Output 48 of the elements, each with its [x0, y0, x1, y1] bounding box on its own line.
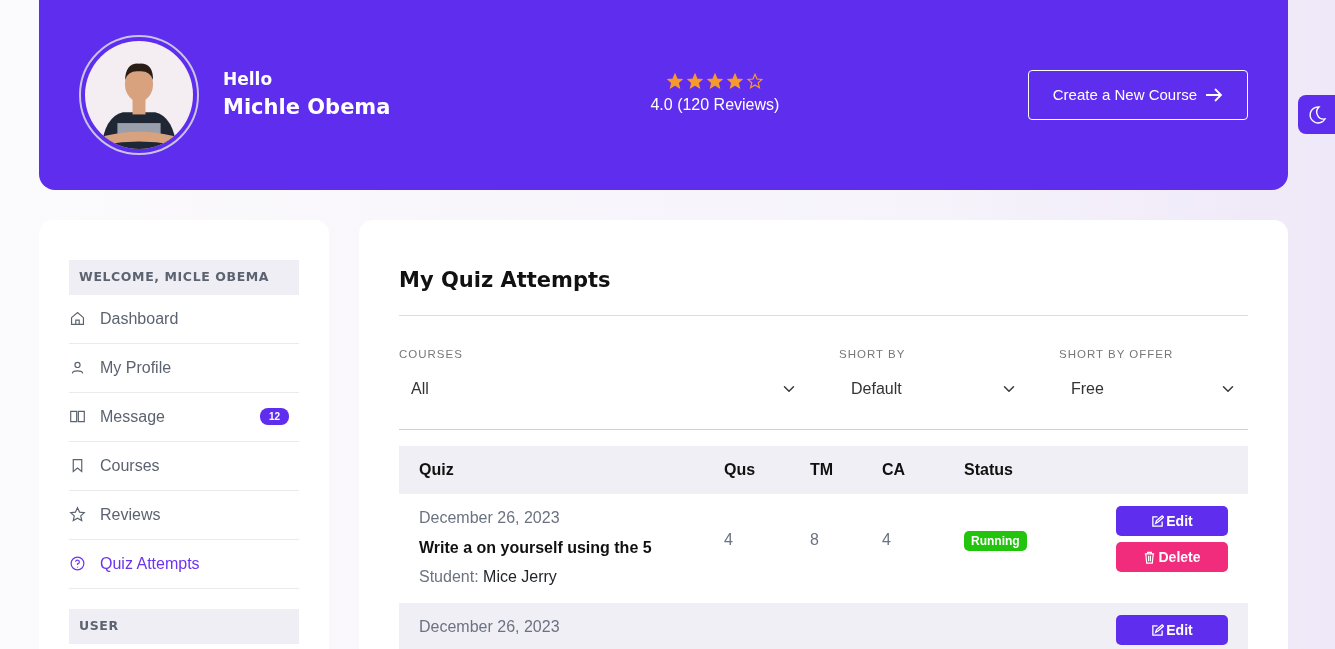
create-course-button[interactable]: Create a New Course: [1027, 69, 1248, 121]
greeting: Hello: [223, 67, 274, 91]
star-icon: [746, 73, 763, 89]
filter-label: SHORT BY OFFER: [1059, 347, 1175, 363]
column-header: Quiz: [419, 461, 454, 479]
star-icon: [69, 506, 86, 524]
user-name: Michle Obema: [223, 94, 391, 121]
column-header: TM: [810, 461, 834, 479]
student-name: Mice Jerry: [483, 568, 557, 586]
table-cell: 8: [810, 531, 819, 549]
star-icon: [726, 73, 743, 89]
sidebar-item[interactable]: Message 12: [69, 392, 299, 442]
page-title: My Quiz Attempts: [399, 268, 1248, 317]
edit-button[interactable]: Edit: [1116, 506, 1228, 537]
sidebar-item[interactable]: Dashboard: [69, 294, 299, 344]
sidebar-item[interactable]: Courses: [69, 441, 299, 491]
star-icon: [686, 73, 703, 89]
filter-label: SHORT BY: [839, 347, 907, 363]
count-badge: 12: [259, 408, 289, 426]
column-header: CA: [882, 461, 906, 479]
quiz-date: December 26, 2023: [419, 617, 561, 638]
filter-label: COURSES: [399, 347, 464, 363]
table-cell: 4: [724, 531, 733, 549]
status-badge: Running: [964, 531, 1027, 552]
table-cell: 4: [882, 531, 891, 549]
home-icon: [69, 310, 86, 328]
sidebar-item[interactable]: Quiz Attempts: [69, 539, 299, 589]
sidebar-item[interactable]: My Profile: [69, 343, 299, 393]
quiz-title: Write a on yourself using the 5: [419, 538, 653, 559]
welcome-heading: WELCOME, MICLE OBEMA: [69, 260, 299, 295]
rating-text: 4.0 (120 Reviews): [650, 95, 780, 115]
column-header: Status: [964, 461, 1013, 479]
delete-button[interactable]: Delete: [1116, 542, 1228, 573]
column-header: Qus: [724, 461, 756, 479]
question-icon: [69, 555, 86, 573]
star-icon: [706, 73, 723, 89]
edit-button[interactable]: Edit: [1116, 615, 1228, 646]
arrow-icon: [1205, 87, 1223, 103]
student-label: Student:: [419, 568, 479, 586]
dark-mode-button[interactable]: [1298, 95, 1335, 134]
edit-icon: [1151, 623, 1165, 637]
star-icon: [666, 73, 683, 89]
moon-icon: [1306, 104, 1327, 125]
trash-icon: [1143, 550, 1157, 564]
edit-icon: [1151, 514, 1165, 528]
sidebar-item[interactable]: Reviews: [69, 490, 299, 540]
section-heading: USER: [69, 608, 299, 644]
quiz-date: December 26, 2023: [419, 508, 561, 529]
